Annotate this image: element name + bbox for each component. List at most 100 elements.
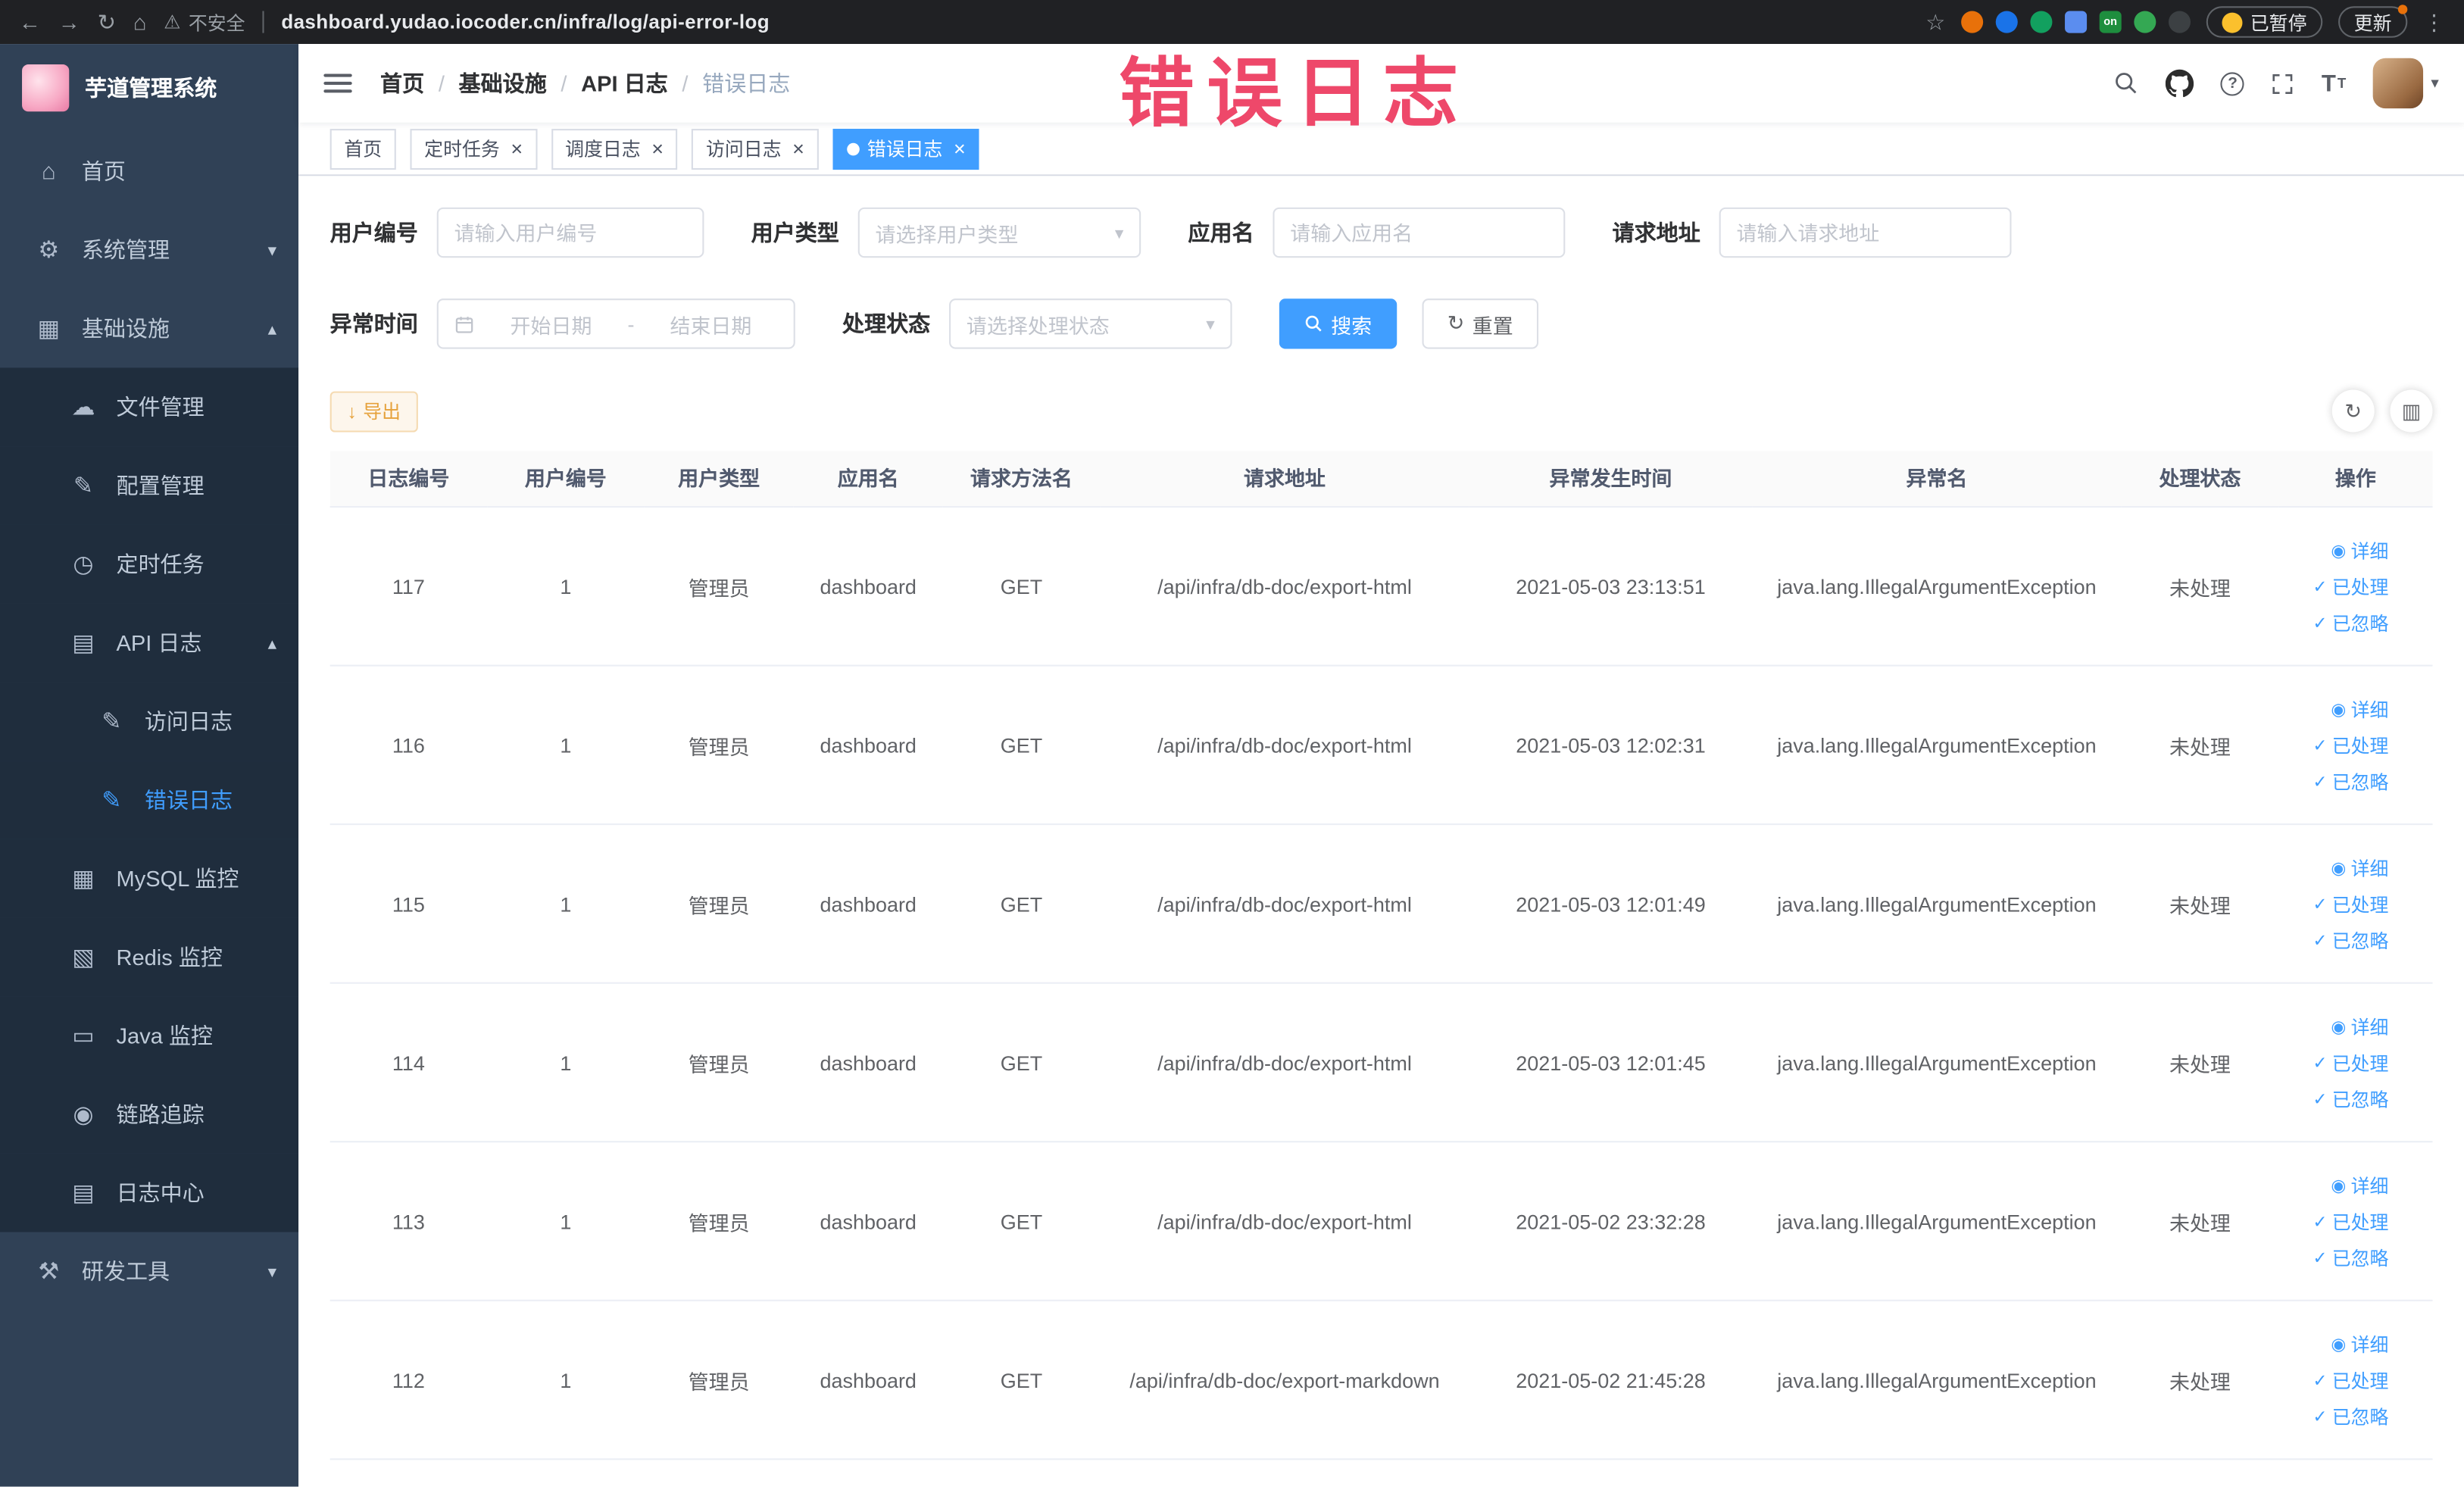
processed-action[interactable]: ✓ 已处理 [2313,1049,2388,1076]
close-icon[interactable]: × [511,139,523,159]
security-chip[interactable]: ⚠ 不安全 [164,8,245,35]
detail-action[interactable]: ◉ 详细 [2331,1172,2388,1198]
fullscreen-icon[interactable] [2271,71,2294,95]
detail-action[interactable]: ◉ 详细 [2331,695,2388,722]
sidebar-item-log-center[interactable]: ▤ 日志中心 [0,1153,299,1232]
forward-icon[interactable]: → [58,11,80,33]
processed-action[interactable]: ✓ 已处理 [2313,890,2388,917]
doc-icon: ▤ [72,629,95,658]
hamburger-icon[interactable] [323,73,352,93]
breadcrumb-item[interactable]: API 日志 [581,67,668,98]
ignored-action[interactable]: ✓ 已忽略 [2313,1086,2388,1112]
tab-access-log[interactable]: 访问日志 × [692,128,819,170]
close-icon[interactable]: × [792,139,804,159]
sidebar-item-home[interactable]: ⌂ 首页 [0,132,298,211]
sidebar-item-api-log[interactable]: ▤ API 日志 ▴ [0,603,299,683]
ignored-action[interactable]: ✓ 已忽略 [2313,1244,2388,1270]
filter-label: 应用名 [1188,220,1254,245]
processed-action[interactable]: ✓ 已处理 [2313,1207,2388,1234]
close-icon[interactable]: × [954,139,966,159]
processed-action[interactable]: ✓ 已处理 [2313,732,2388,758]
refresh-button[interactable]: ↻ [2331,389,2375,433]
bookmark-star-icon[interactable]: ☆ [1925,11,1945,33]
sidebar-item-infra[interactable]: ▦ 基础设施 ▴ [0,289,298,368]
ignored-action[interactable]: ✓ 已忽略 [2313,609,2388,636]
search-icon[interactable] [2114,70,2139,95]
sidebar-item-java[interactable]: ▭ Java 监控 [0,996,299,1076]
column-header: 请求方法名 [942,451,1101,508]
process-status-select[interactable]: 请选择处理状态 ▾ [949,298,1232,349]
tab-error-log[interactable]: 错误日志 × [832,128,980,170]
detail-action[interactable]: ◉ 详细 [2331,1013,2388,1039]
ignored-action[interactable]: ✓ 已忽略 [2313,767,2388,794]
detail-action[interactable]: ◉ 详细 [2331,1330,2388,1357]
tab-job[interactable]: 定时任务 × [410,128,537,170]
action-label: 详细 [2350,539,2389,562]
column-header: 请求地址 [1100,451,1469,508]
address-url[interactable]: dashboard.yudao.iocoder.cn/infra/log/api… [281,11,770,33]
ignored-action[interactable]: ✓ 已忽略 [2313,926,2388,953]
processed-action[interactable]: ✓ 已处理 [2313,573,2388,599]
extension-icon[interactable] [2134,11,2156,33]
user-type-select[interactable]: 请选择用户类型 ▾ [857,207,1141,258]
cell-time: 2021-05-03 12:01:45 [1516,1050,1706,1075]
export-button[interactable]: ↓ 导出 [329,390,418,432]
extension-icon[interactable] [2168,11,2191,33]
cell-method: GET [1000,1367,1043,1392]
extension-icon[interactable]: on [2099,11,2122,33]
github-icon[interactable] [2166,69,2194,98]
cloud-icon: ☁ [71,394,95,421]
breadcrumb-item[interactable]: 首页 [380,67,424,98]
chevron-up-icon: ▴ [267,320,277,339]
close-icon[interactable]: × [651,139,664,159]
paused-button[interactable]: 已暂停 [2206,6,2323,38]
sidebar-item-label: Redis 监控 [116,944,223,970]
extension-icon[interactable] [1961,11,1984,33]
request-url-input[interactable] [1736,220,1994,245]
browser-menu-icon[interactable]: ⋮ [2423,11,2445,33]
cell-app: dashboard [820,1209,917,1233]
sidebar-item-system[interactable]: ⚙ 系统管理 ▾ [0,211,298,289]
search-button[interactable]: 搜索 [1279,298,1398,349]
cell-exception: java.lang.IllegalArgumentException [1777,1367,2097,1392]
user-id-input[interactable] [454,220,687,245]
sidebar-item-file[interactable]: ☁ 文件管理 [0,367,299,447]
help-icon[interactable]: ? [2221,71,2245,95]
sidebar-item-access-log[interactable]: ✎ 访问日志 [0,682,299,761]
cell-status: 未处理 [2169,1211,2231,1235]
detail-action[interactable]: ◉ 详细 [2331,536,2388,563]
exception-time-range[interactable]: 开始日期 - 结束日期 [436,298,795,349]
caret-down-icon: ▾ [2431,74,2439,92]
extension-icon[interactable] [1995,11,2018,33]
user-menu[interactable]: ▾ [2372,58,2439,109]
sidebar-item-redis[interactable]: ▧ Redis 监控 [0,917,299,997]
reset-button[interactable]: ↻ 重置 [1422,298,1538,349]
reload-icon[interactable]: ↻ [98,11,116,33]
app-logo[interactable]: 芋道管理系统 [0,44,298,132]
ignored-action[interactable]: ✓ 已忽略 [2313,1403,2388,1429]
sidebar-item-config[interactable]: ✎ 配置管理 [0,446,299,525]
sidebar-item-mysql[interactable]: ▦ MySQL 监控 [0,839,299,918]
font-size-icon[interactable]: TT [2322,70,2347,96]
browser-home-icon[interactable]: ⌂ [133,11,147,33]
column-header: 用户编号 [487,451,645,508]
extension-icon[interactable] [2064,11,2088,33]
detail-action[interactable]: ◉ 详细 [2331,854,2388,881]
breadcrumb-item[interactable]: 基础设施 [459,67,547,98]
cell-exception: java.lang.IllegalArgumentException [1777,574,2097,598]
processed-action[interactable]: ✓ 已处理 [2313,1367,2388,1393]
table-row: 112 1 管理员 dashboard GET/api/infra/db-doc/exp… [329,1301,2433,1460]
tab-job-log[interactable]: 调度日志 × [551,128,678,170]
sidebar-item-dev-tools[interactable]: ⚒ 研发工具 ▾ [0,1232,298,1310]
update-button[interactable]: 更新 [2338,5,2408,38]
sidebar-item-trace[interactable]: ◉ 链路追踪 [0,1075,299,1154]
sidebar-item-error-log[interactable]: ✎ 错误日志 [0,761,299,839]
back-icon[interactable]: ← [19,11,41,33]
logo-image [22,64,70,112]
extension-icon[interactable] [2030,11,2053,33]
tab-home[interactable]: 首页 [329,128,396,170]
app-name-input[interactable] [1290,220,1548,245]
sidebar-item-job[interactable]: ◷ 定时任务 [0,524,299,604]
sidebar-item-label: 链路追踪 [116,1101,205,1127]
column-settings-button[interactable]: ▥ [2390,389,2433,433]
